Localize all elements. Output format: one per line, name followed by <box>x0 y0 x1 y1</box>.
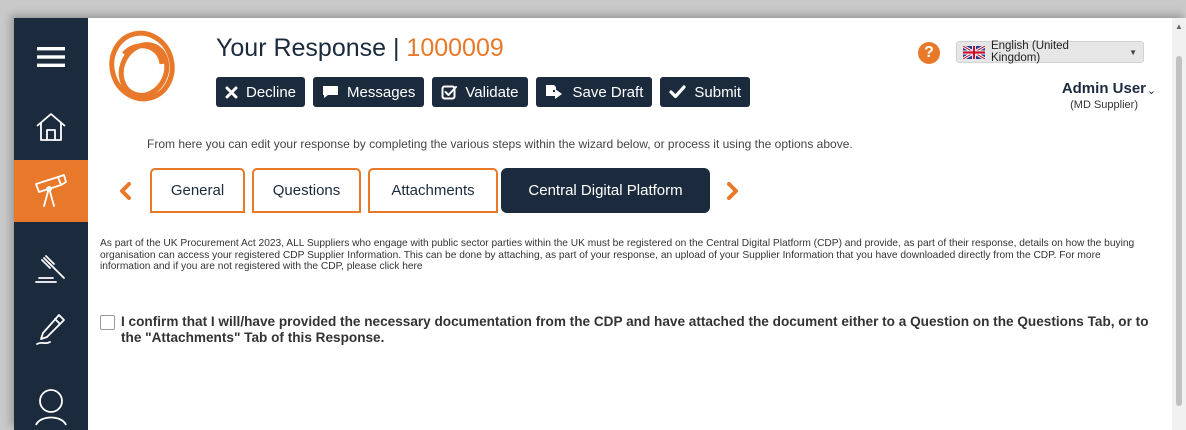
gavel-icon <box>35 255 65 283</box>
confirm-label: I confirm that I will/have provided the … <box>121 314 1149 345</box>
user-icon <box>35 389 67 426</box>
tab-prev-icon[interactable] <box>118 182 132 200</box>
messages-button[interactable]: Messages <box>313 77 425 107</box>
decline-button[interactable]: Decline <box>216 77 306 107</box>
scrollbar-thumb[interactable] <box>1176 56 1182 406</box>
sidebar-menu-toggle[interactable] <box>14 26 88 88</box>
uk-flag-icon <box>963 45 985 59</box>
page-title: Your Response | 1000009 <box>216 34 504 63</box>
language-selector[interactable]: English (United Kingdom) ▼ <box>956 40 1144 64</box>
checkmark-icon <box>669 85 686 99</box>
save-draft-icon <box>545 84 562 99</box>
language-label: English (United Kingdom) <box>990 40 1069 64</box>
save-draft-label: Save Draft <box>572 83 644 101</box>
user-role: (MD Supplier) <box>1070 99 1138 111</box>
telescope-icon <box>35 174 67 207</box>
chevron-down-icon[interactable]: ⌄ <box>1147 84 1156 97</box>
info-text: From here you can edit your response by … <box>147 137 853 151</box>
user-name[interactable]: Admin User <box>1062 80 1146 97</box>
messages-label: Messages <box>347 83 416 101</box>
caret-down-icon: ▼ <box>1129 47 1137 57</box>
tab-questions[interactable]: Questions <box>252 168 361 213</box>
main-content: Your Response | 1000009 Decline Messages… <box>88 18 1186 430</box>
sidebar-item-contracts[interactable] <box>14 298 88 360</box>
cdp-description: As part of the UK Procurement Act 2023, … <box>100 238 1135 273</box>
validate-label: Validate <box>465 83 519 101</box>
page-title-text: Your Response | <box>216 34 407 62</box>
decline-label: Decline <box>246 83 297 101</box>
response-reference: 1000009 <box>406 34 504 62</box>
sidebar <box>14 18 88 430</box>
tab-general[interactable]: General <box>150 168 245 213</box>
cdp-confirmation: I confirm that I will/have provided the … <box>100 314 1161 346</box>
confirm-checkbox[interactable] <box>100 315 115 330</box>
sidebar-item-home[interactable] <box>14 96 88 158</box>
submit-label: Submit <box>694 83 742 101</box>
pen-icon <box>36 314 65 345</box>
tab-central-digital-platform[interactable]: Central Digital Platform <box>501 168 710 213</box>
scroll-up-icon[interactable]: ▲ <box>1175 22 1183 31</box>
vertical-scrollbar[interactable]: ▲ <box>1172 18 1186 430</box>
validate-button[interactable]: Validate <box>432 77 528 107</box>
check-square-icon <box>441 85 458 100</box>
tab-attachments[interactable]: Attachments <box>368 168 498 213</box>
menu-icon <box>37 47 65 67</box>
tab-next-icon[interactable] <box>726 182 740 200</box>
help-icon[interactable]: ? <box>918 42 940 64</box>
submit-button[interactable]: Submit <box>660 77 751 107</box>
company-logo <box>109 30 175 102</box>
sidebar-item-opportunities[interactable] <box>14 160 88 222</box>
home-icon <box>36 113 66 141</box>
sidebar-item-profile[interactable] <box>14 376 88 430</box>
app-window: Your Response | 1000009 Decline Messages… <box>14 18 1186 430</box>
sidebar-item-tenders[interactable] <box>14 238 88 300</box>
close-icon <box>225 86 238 98</box>
action-toolbar: Decline Messages Validate Save Draft Sub… <box>216 77 751 107</box>
message-icon <box>323 86 339 98</box>
save-draft-button[interactable]: Save Draft <box>535 77 653 107</box>
